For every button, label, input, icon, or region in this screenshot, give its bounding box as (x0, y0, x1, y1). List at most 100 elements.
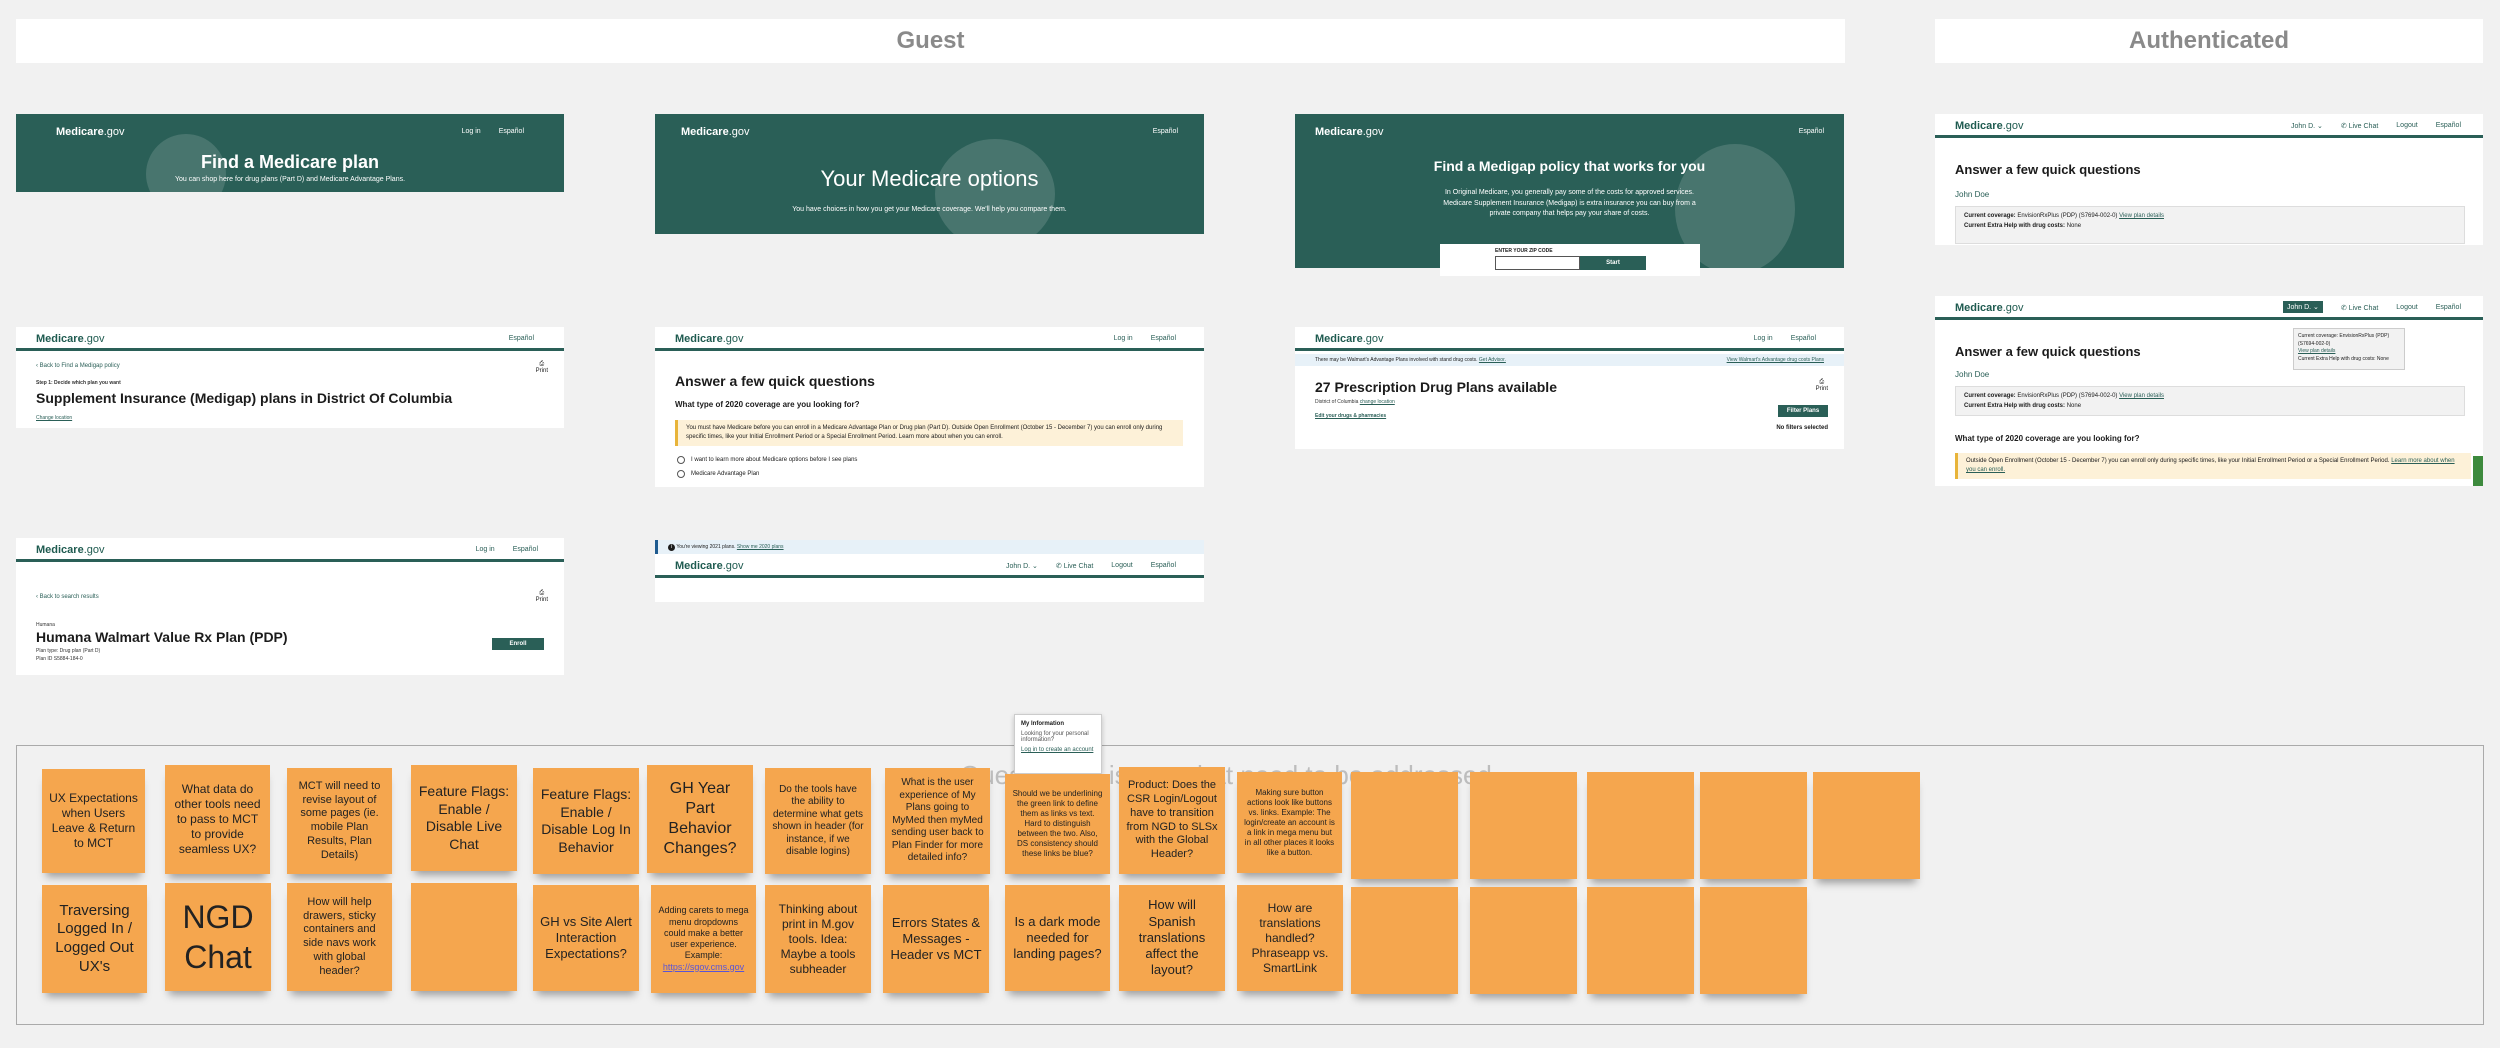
medicare-logo[interactable]: Medicare.gov (1315, 333, 1384, 345)
card-drug-plans[interactable]: Medicare.gov Log in Español There may be … (1295, 327, 1844, 449)
espanol-link[interactable]: Español (1791, 335, 1816, 342)
radio-circle[interactable] (677, 470, 685, 478)
card-find-plan[interactable]: Medicare.gov Log in Español Find a Medica… (16, 114, 564, 192)
sticky-note-blank[interactable] (1470, 772, 1577, 879)
sticky-note[interactable]: Traversing Logged In / Logged Out UX's (42, 885, 147, 993)
sticky-note[interactable]: Errors States & Messages - Header vs MCT (883, 885, 989, 993)
card-auth-quick-2[interactable]: Medicare.gov John D. ⌄ ✆ Live Chat Logout E… (1935, 296, 2483, 486)
sticky-note-blank[interactable] (1700, 772, 1807, 879)
medicare-logo[interactable]: Medicare.gov (1955, 302, 2024, 314)
sticky-note-blank[interactable] (1351, 887, 1458, 994)
logout-link[interactable]: Logout (2396, 304, 2417, 313)
medicare-logo[interactable]: Medicare.gov (675, 333, 744, 345)
enroll-button[interactable]: Enroll (492, 638, 544, 650)
live-chat-link[interactable]: ✆ Live Chat (2341, 304, 2378, 313)
espanol-link[interactable]: Español (1151, 562, 1176, 570)
sticky-note[interactable]: What data do other tools need to pass to… (165, 765, 270, 874)
medicare-logo[interactable]: Medicare.gov (681, 126, 750, 138)
sticky-note[interactable]: How will Spanish translations affect the… (1119, 885, 1225, 991)
print-button[interactable]: ⎙ Print (1816, 379, 1828, 392)
sticky-note[interactable]: UX Expectations when Users Leave & Retur… (42, 769, 145, 873)
sticky-note-blank[interactable] (1813, 772, 1920, 879)
login-link[interactable]: Log in (1754, 335, 1773, 342)
espanol-link[interactable]: Español (509, 335, 534, 342)
logout-link[interactable]: Logout (2396, 122, 2417, 130)
sticky-note-blank[interactable] (411, 883, 517, 991)
dropdown-view-plan-link[interactable]: View plan details (2298, 348, 2400, 356)
sticky-note[interactable]: NGD Chat (165, 883, 271, 991)
card-supplement[interactable]: Medicare.gov Español ‹ Back to Find a Me… (16, 327, 564, 428)
feedback-tab[interactable] (2473, 456, 2483, 486)
notice-link[interactable]: Get Advisor. (1479, 357, 1506, 363)
sticky-note[interactable]: GH Year Part Behavior Changes? (647, 765, 753, 873)
view-plan-link[interactable]: View plan details (2119, 213, 2164, 219)
sticky-note-blank[interactable] (1700, 887, 1807, 994)
change-location-link[interactable]: change location (1360, 399, 1395, 405)
sticky-note[interactable]: Adding carets to mega menu dropdowns cou… (651, 885, 756, 993)
medicare-logo[interactable]: Medicare.gov (36, 544, 105, 556)
medicare-logo[interactable]: Medicare.gov (1955, 120, 2024, 132)
medicare-logo[interactable]: Medicare.gov (56, 126, 125, 138)
card-medigap[interactable]: Medicare.gov Español Find a Medigap poli… (1295, 114, 1844, 276)
espanol-link[interactable]: Español (1151, 335, 1176, 342)
login-link[interactable]: Log in (1114, 335, 1133, 342)
radio-advantage[interactable]: Medicare Advantage Plan (677, 470, 759, 478)
card-humana-plan[interactable]: Medicare.gov Log in Español ‹ Back to sea… (16, 538, 564, 675)
card-quick-questions[interactable]: Medicare.gov Log in Español Answer a few … (655, 327, 1204, 487)
print-button[interactable]: ⎙ Print (536, 590, 548, 603)
sticky-note-blank[interactable] (1470, 887, 1577, 994)
sticky-note[interactable]: MCT will need to revise layout of some p… (287, 768, 392, 874)
medicare-logo[interactable]: Medicare.gov (1315, 126, 1384, 138)
live-chat-link[interactable]: ✆ Live Chat (1056, 562, 1093, 570)
medicare-logo[interactable]: Medicare.gov (675, 560, 744, 572)
espanol-link[interactable]: Español (513, 546, 538, 553)
zip-input[interactable] (1495, 256, 1580, 270)
sticky-note[interactable]: Should we be underlining the green link … (1005, 774, 1110, 874)
print-button[interactable]: ⎙ Print (536, 361, 548, 374)
espanol-link[interactable]: Español (2436, 122, 2461, 130)
espanol-link[interactable]: Español (1153, 128, 1178, 135)
sticky-note[interactable]: Product: Does the CSR Login/Logout have … (1119, 767, 1225, 874)
card-auth-quick-1[interactable]: Medicare.gov John D. ⌄ ✆ Live Chat Logout E… (1935, 114, 2483, 245)
espanol-link[interactable]: Español (499, 128, 524, 135)
sticky-note[interactable]: Making sure button actions look like but… (1237, 772, 1342, 873)
login-link[interactable]: Log in (476, 546, 495, 553)
change-location-link[interactable]: Change location (36, 415, 72, 421)
back-link[interactable]: ‹ Back to search results (36, 594, 99, 600)
sticky-note[interactable]: Feature Flags: Enable / Disable Live Cha… (411, 765, 517, 871)
sticky-note[interactable]: What is the user experience of My Plans … (885, 768, 990, 874)
live-chat-link[interactable]: ✆ Live Chat (2341, 122, 2378, 130)
view-plan-link[interactable]: View plan details (2119, 393, 2164, 399)
sticky-note-blank[interactable] (1351, 772, 1458, 879)
sticky-note[interactable]: How will help drawers, sticky containers… (287, 883, 392, 991)
espanol-link[interactable]: Español (2436, 304, 2461, 313)
card-viewing-plans[interactable]: i You're viewing 2021 plans. Show me 202… (655, 540, 1204, 602)
login-link[interactable]: Log in (462, 128, 481, 135)
sticky-note[interactable]: GH vs Site Alert Interaction Expectation… (533, 885, 639, 991)
espanol-link[interactable]: Español (1799, 128, 1824, 135)
sticky-note[interactable]: Is a dark mode needed for landing pages? (1005, 885, 1110, 991)
sticky-note[interactable]: Do the tools have the ability to determi… (765, 768, 871, 874)
user-menu-open[interactable]: John D. ⌄ (2282, 301, 2323, 313)
sticky-note[interactable]: Thinking about print in M.gov tools. Ide… (765, 885, 871, 993)
user-menu[interactable]: John D. ⌄ (1006, 562, 1038, 570)
sticky-note-blank[interactable] (1587, 887, 1694, 994)
sticky-note[interactable]: Feature Flags: Enable / Disable Log In B… (533, 768, 639, 874)
radio-circle[interactable] (677, 456, 685, 464)
sticky-note[interactable]: How are translations handled? Phraseapp … (1237, 885, 1343, 991)
top-nav: Log in Español (476, 546, 538, 553)
notice-right-link[interactable]: View Walmart's Advantage drug costs Plan… (1727, 357, 1824, 363)
start-button[interactable]: Start (1580, 256, 1646, 270)
filter-plans-button[interactable]: Filter Plans (1778, 405, 1828, 417)
sticky-note-blank[interactable] (1587, 772, 1694, 879)
logout-link[interactable]: Logout (1111, 562, 1132, 570)
user-menu[interactable]: John D. ⌄ (2291, 122, 2323, 130)
show-2020-link[interactable]: Show me 2020 plans (737, 544, 784, 550)
card-options[interactable]: Medicare.gov Español Your Medicare optio… (655, 114, 1204, 234)
sticky-link[interactable]: https://sgov.cms.gov (663, 962, 744, 973)
medicare-logo[interactable]: Medicare.gov (36, 333, 105, 345)
edit-drugs-link[interactable]: Edit your drugs & pharmacies (1315, 413, 1386, 419)
back-link[interactable]: ‹ Back to Find a Medigap policy (36, 363, 120, 369)
popover-login-link[interactable]: Log in to create an account (1021, 747, 1095, 753)
radio-learn-more[interactable]: I want to learn more about Medicare opti… (677, 456, 857, 464)
